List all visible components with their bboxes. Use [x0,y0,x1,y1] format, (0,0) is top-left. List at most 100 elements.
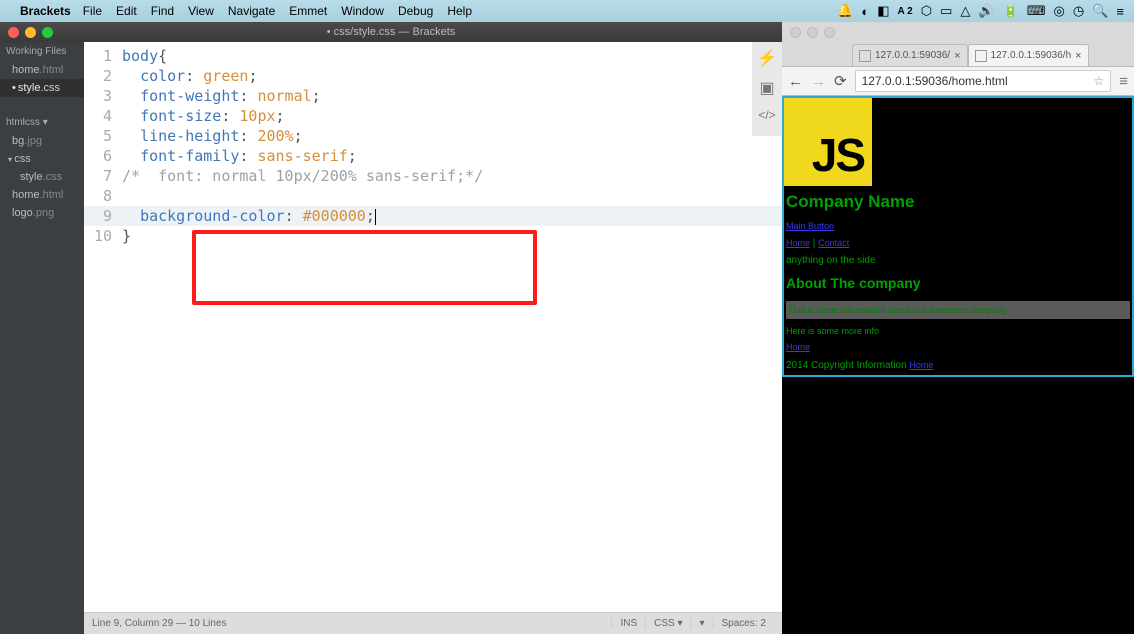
do-not-disturb-icon[interactable]: ◐ [861,4,869,19]
favicon-icon [859,50,871,62]
project-title[interactable]: htmlcss ▾ [0,113,84,132]
line-number: 9 [84,206,112,226]
close-tab-icon[interactable]: × [954,50,960,62]
adobe-icon[interactable]: A 2 [898,6,913,17]
main-button-link[interactable]: Main Button [786,221,834,231]
menu-edit[interactable]: Edit [116,4,137,18]
menu-emmet[interactable]: Emmet [289,4,327,18]
line-number: 5 [84,126,112,146]
project-file-home[interactable]: home.html [0,186,84,204]
nav-home-link[interactable]: Home [786,238,810,248]
code-line[interactable]: font-weight: normal; [122,86,782,106]
url-bar[interactable]: 127.0.0.1:59036/home.html ☆ [855,70,1112,92]
project-file-style[interactable]: style.css [0,168,84,186]
keyboard-icon[interactable]: ⌨ [1027,3,1046,19]
spotlight-icon[interactable]: 🔍 [1092,3,1108,19]
nav-separator: | [810,238,818,249]
window-title: • css/style.css — Brackets [327,26,456,38]
code-line[interactable]: body{ [122,46,782,66]
encoding-dropdown[interactable]: ▾ [690,618,712,629]
project-folder-css[interactable]: css [0,150,84,168]
menubar-app-name[interactable]: Brackets [20,4,71,18]
copyright-line: 2014 Copyright Information Home [786,356,1130,375]
menubar-right-icons: 🔔 ◐ ◧ A 2 ⬡ ▭ △ 🔊 🔋 ⌨ ◎ ◷ 🔍 ≡ [837,3,1124,19]
indentation-setting[interactable]: Spaces: 2 [713,618,774,629]
forward-button-icon[interactable]: → [811,73,826,90]
minimize-window-icon[interactable] [807,27,818,38]
line-number: 1 [84,46,112,66]
tab-1[interactable]: 127.0.0.1:59036/h× [968,44,1089,66]
menu-view[interactable]: View [188,4,214,18]
chrome-window: 127.0.0.1:59036/× 127.0.0.1:59036/h× ← →… [782,22,1134,634]
clock-icon[interactable]: ◷ [1073,3,1084,19]
line-number: 7 [84,166,112,186]
company-heading: Company Name [786,186,1130,218]
statusbar: Line 9, Column 29 — 10 Lines INS CSS ▾ ▾… [84,612,782,634]
volume-icon[interactable]: 🔊 [978,3,994,19]
project-file-logo[interactable]: logo.png [0,204,84,222]
wifi-icon[interactable]: ◎ [1054,3,1065,19]
notification-icon[interactable]: 🔔 [837,3,853,19]
code-line[interactable]: line-height: 200%; [122,126,782,146]
footer-home-link[interactable]: Home [786,342,810,352]
language-mode[interactable]: CSS ▾ [645,618,690,629]
brackets-window: • css/style.css — Brackets Working Files… [0,22,782,634]
back-button-icon[interactable]: ← [788,73,803,90]
close-tab-icon[interactable]: × [1075,50,1081,62]
info-band: This is some information about our Aweso… [786,301,1130,319]
line-number: 4 [84,106,112,126]
bookmark-star-icon[interactable]: ☆ [1093,74,1104,88]
menu-help[interactable]: Help [447,4,472,18]
reload-button-icon[interactable]: ⟳ [834,72,847,90]
chrome-tabs: 127.0.0.1:59036/× 127.0.0.1:59036/h× [782,42,1134,66]
code-area[interactable]: 12345678910 body{ color: green; font-wei… [84,42,782,612]
line-number-gutter: 12345678910 [84,46,122,612]
gdrive-icon[interactable]: △ [960,3,970,19]
about-heading: About The company [786,269,1130,297]
code-line[interactable]: } [122,226,782,246]
insert-mode[interactable]: INS [611,618,645,629]
app-icon[interactable]: ◧ [877,3,889,19]
project-file-bg[interactable]: bg.jpg [0,132,84,150]
menu-navigate[interactable]: Navigate [228,4,275,18]
line-number: 3 [84,86,112,106]
zoom-window-icon[interactable] [824,27,835,38]
nav-contact-link[interactable]: Contact [818,238,849,248]
chevron-down-icon: ▾ [677,618,682,629]
dropbox-icon[interactable]: ⬡ [921,3,932,19]
chrome-toolbar: ← → ⟳ 127.0.0.1:59036/home.html ☆ ≡ [782,66,1134,96]
menu-find[interactable]: Find [151,4,174,18]
battery-icon[interactable]: 🔋 [1003,3,1019,19]
tab-0[interactable]: 127.0.0.1:59036/× [852,44,968,66]
close-window-icon[interactable] [8,27,19,38]
editor-area[interactable]: 12345678910 body{ color: green; font-wei… [84,42,782,634]
code-line[interactable]: background-color: #000000; [122,206,782,226]
code-line[interactable]: /* font: normal 10px/200% sans-serif;*/ [122,166,782,186]
code-line[interactable] [122,186,782,206]
code-line[interactable]: color: green; [122,66,782,86]
page-viewport[interactable]: JS Company Name Main Button Home | Conta… [782,96,1134,634]
minimize-window-icon[interactable] [25,27,36,38]
brackets-sidebar: Working Files home.html •style.css htmlc… [0,42,84,634]
chrome-titlebar[interactable] [782,22,1134,42]
code-line[interactable]: font-size: 10px; [122,106,782,126]
line-number: 10 [84,226,112,246]
menu-file[interactable]: File [83,4,102,18]
working-file-style[interactable]: •style.css [0,79,84,97]
chrome-menu-icon[interactable]: ≡ [1119,73,1128,90]
line-number: 8 [84,186,112,206]
brackets-titlebar[interactable]: • css/style.css — Brackets [0,22,782,42]
mac-menubar: Brackets File Edit Find View Navigate Em… [0,0,1134,22]
code-line[interactable]: font-family: sans-serif; [122,146,782,166]
copyright-home-link[interactable]: Home [909,360,933,370]
side-text: anything on the side [786,252,1130,269]
menu-window[interactable]: Window [341,4,384,18]
notifications-icon[interactable]: ≡ [1116,4,1124,19]
display-icon[interactable]: ▭ [940,3,952,19]
zoom-window-icon[interactable] [42,27,53,38]
working-file-home[interactable]: home.html [0,61,84,79]
working-files-heading: Working Files [0,42,84,61]
menu-debug[interactable]: Debug [398,4,433,18]
line-number: 2 [84,66,112,86]
close-window-icon[interactable] [790,27,801,38]
